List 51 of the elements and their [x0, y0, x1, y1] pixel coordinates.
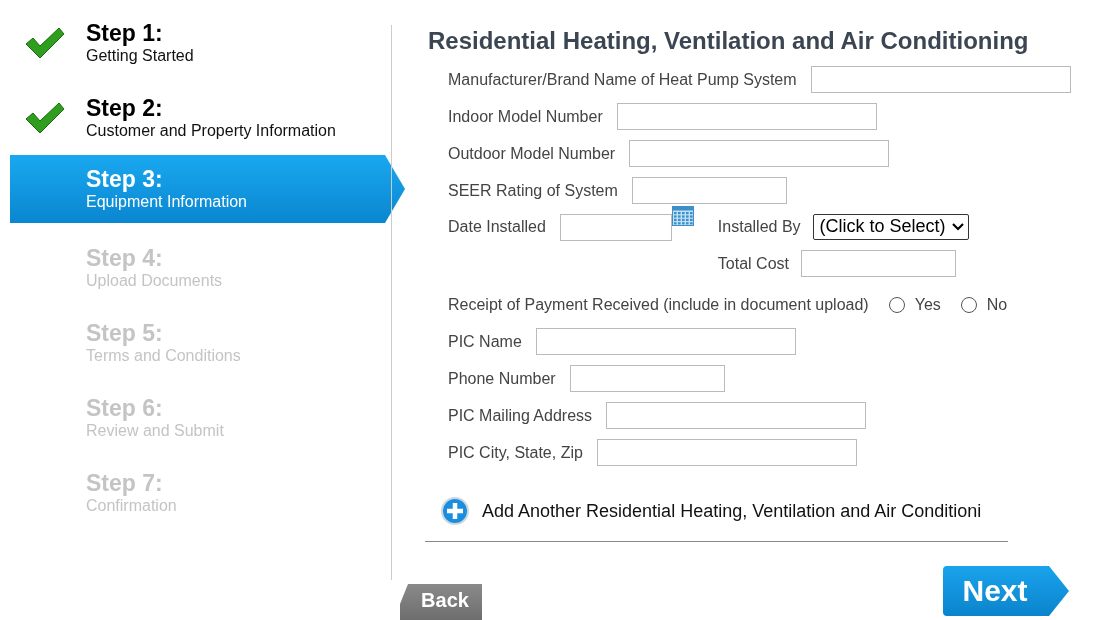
plus-icon [440, 496, 470, 526]
step-title: Step 5: [86, 319, 164, 346]
input-field[interactable] [801, 250, 956, 277]
date-field[interactable] [559, 214, 672, 241]
field-label: PIC Mailing Address [448, 406, 593, 425]
calendar-icon[interactable] [671, 206, 694, 226]
step-item[interactable]: Step 2: Customer and Property Information [0, 80, 392, 155]
field-label: Indoor Model Number [448, 107, 603, 126]
field-label: Phone Number [448, 369, 556, 388]
checkmark-icon [24, 100, 66, 135]
input-field[interactable] [629, 140, 890, 167]
field-label: Manufacturer/Brand Name of Heat Pump System [448, 70, 797, 89]
field-label: Total Cost [717, 254, 789, 273]
checkmark-icon [24, 25, 66, 60]
back-button[interactable]: Back [400, 584, 482, 620]
step-subtitle: Getting Started [86, 46, 194, 66]
input-field[interactable] [535, 328, 796, 355]
step-title: Step 6: [86, 394, 164, 421]
caret-icon [951, 222, 964, 231]
question-label: Receipt of Payment Received (include in document upload) [448, 295, 869, 314]
radio-button[interactable]: No [960, 295, 1008, 314]
step-title: Step 2: [86, 94, 164, 121]
input-field[interactable] [596, 439, 857, 466]
step-title: Step 7: [86, 469, 164, 496]
input-field[interactable] [810, 66, 1071, 93]
input-field[interactable] [616, 103, 877, 130]
field-label: Date Installed [448, 218, 546, 236]
field-label: PIC Name [448, 332, 522, 351]
step-subtitle: Customer and Property Information [86, 121, 336, 141]
step-item[interactable]: Step 1: Getting Started [0, 5, 392, 80]
step-subtitle: Terms and Conditions [86, 346, 241, 366]
add-another-link[interactable]: Add Another Residential Heating, Ventilation and Air Conditioni [440, 496, 982, 526]
field-label: Outdoor Model Number [448, 144, 616, 163]
step-title: Step 3: [86, 166, 164, 192]
radio-button[interactable]: Yes [888, 295, 941, 314]
step-subtitle: Review and Submit [86, 421, 224, 441]
field-label: SEER Rating of System [448, 181, 618, 200]
step-subtitle: Confirmation [86, 496, 177, 516]
next-button[interactable]: Next [943, 566, 1069, 616]
field-label: PIC City, State, Zip [448, 443, 583, 462]
field-label: Installed By [717, 218, 801, 236]
step-item[interactable]: Step 3: Equipment Information [10, 155, 405, 223]
step-subtitle: Equipment Information [86, 192, 247, 212]
step-title: Step 4: [86, 244, 164, 271]
step-title: Step 1: [86, 19, 164, 46]
dropdown[interactable]: (Click to Select) [812, 214, 969, 240]
step-subtitle: Upload Documents [86, 271, 223, 291]
input-field[interactable] [569, 365, 725, 392]
input-field[interactable] [631, 177, 787, 204]
input-field[interactable] [606, 402, 867, 429]
section-title: Residential Heating, Ventilation and Air Conditioning [428, 27, 1030, 55]
